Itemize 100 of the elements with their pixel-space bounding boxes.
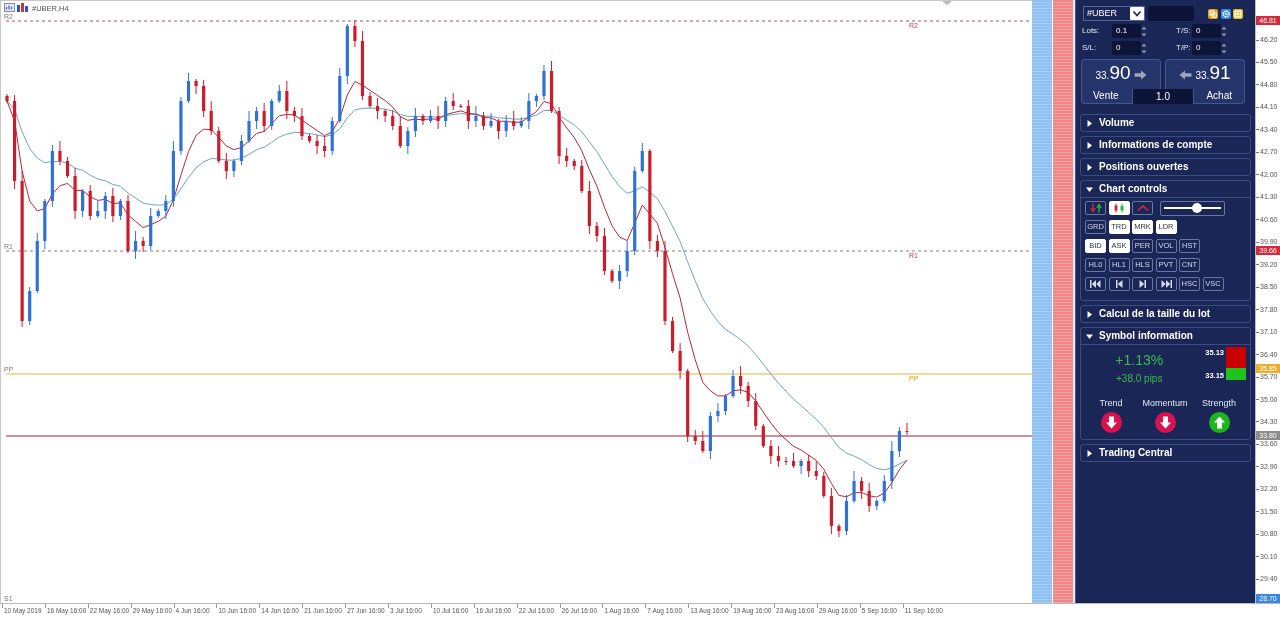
- candlestick: [610, 268, 614, 284]
- candlestick: [519, 116, 523, 129]
- slider-track[interactable]: [1163, 203, 1221, 213]
- field-label: T/S:: [1176, 25, 1192, 37]
- candlestick: [625, 240, 629, 278]
- candlestick: [421, 113, 425, 126]
- candlestick: [164, 194, 168, 220]
- section-header[interactable]: Trading Central: [1081, 445, 1250, 461]
- candlestick: [5, 93, 9, 104]
- navigation-button[interactable]: [1132, 277, 1153, 291]
- candlestick: [315, 134, 319, 155]
- toggle-button[interactable]: [1132, 201, 1153, 215]
- candlestick: [239, 134, 244, 166]
- candlestick: [602, 227, 607, 276]
- candlestick: [822, 471, 826, 499]
- buy-caption[interactable]: Achat: [1193, 89, 1245, 104]
- skip-end-icon: [1160, 280, 1172, 288]
- number-input-field[interactable]: 0: [1192, 24, 1221, 38]
- candlestick: [557, 106, 561, 165]
- candlestick: [224, 152, 228, 180]
- candlestick: [746, 381, 750, 408]
- candlestick: [875, 498, 879, 511]
- candlestick: [270, 98, 274, 131]
- section-header[interactable]: Calcul de la taille du lot: [1081, 306, 1250, 322]
- symbol-dropdown[interactable]: #UBER: [1083, 6, 1145, 21]
- section-header[interactable]: Informations de compte: [1081, 137, 1250, 153]
- candlestick: [769, 439, 773, 465]
- sell-caption[interactable]: Vente: [1081, 89, 1133, 104]
- candlestick: [678, 342, 682, 380]
- candlestick: [88, 184, 92, 221]
- symbol-input-field[interactable]: [1148, 6, 1194, 21]
- field-label: S/L:: [1082, 42, 1098, 54]
- candlestick: [133, 230, 138, 260]
- candlestick: [814, 460, 818, 481]
- candlestick: [451, 92, 455, 111]
- settings-icon[interactable]: [1220, 8, 1231, 19]
- candlestick: [28, 286, 32, 326]
- candlestick: [217, 126, 221, 164]
- candlestick: [655, 234, 659, 258]
- copy-icon[interactable]: [1208, 8, 1218, 19]
- toggle-button[interactable]: [1085, 201, 1106, 215]
- candlestick: [784, 456, 788, 466]
- candlestick: [300, 107, 304, 141]
- slider-thumb[interactable]: [1191, 203, 1202, 213]
- chevron-down-icon[interactable]: [1130, 7, 1144, 20]
- section-header[interactable]: Chart controls: [1081, 181, 1250, 197]
- candlestick: [171, 140, 175, 208]
- candlestick: [852, 470, 856, 504]
- candlestick: [882, 474, 886, 504]
- candlestick: [58, 140, 62, 166]
- number-input-field[interactable]: 0.1: [1112, 24, 1141, 38]
- candlestick: [693, 429, 697, 446]
- candlestick: [512, 110, 516, 131]
- volume-input-field[interactable]: 1.0: [1133, 89, 1193, 104]
- candlestick: [701, 430, 705, 454]
- candlestick: [307, 133, 312, 144]
- navigation-button[interactable]: [1108, 277, 1130, 291]
- candlestick: [111, 187, 115, 223]
- change-percent: +1.13%: [1114, 352, 1165, 368]
- section-header[interactable]: Positions ouvertes: [1081, 159, 1250, 175]
- grid-icon[interactable]: [1233, 8, 1243, 19]
- candlestick: [572, 158, 576, 171]
- section-header[interactable]: Symbol information: [1081, 328, 1250, 344]
- buy-button[interactable]: 33.91: [1165, 59, 1245, 89]
- candlestick: [595, 221, 599, 243]
- number-input-field[interactable]: 0: [1192, 41, 1221, 55]
- candlestick: [444, 96, 448, 128]
- sell-button[interactable]: 33.90: [1081, 59, 1161, 89]
- candlestick: [459, 103, 463, 109]
- section-header[interactable]: Volume: [1081, 115, 1250, 131]
- candlestick: [156, 208, 160, 219]
- step-back-icon: [1113, 280, 1125, 288]
- arrow-left-icon: [1179, 69, 1193, 80]
- candlestick: [202, 79, 206, 118]
- candlestick: [670, 316, 675, 354]
- chevron-up-icon: [1136, 204, 1149, 212]
- candlestick: [542, 64, 546, 101]
- number-input-field[interactable]: 0: [1112, 41, 1141, 55]
- candlestick: [35, 232, 39, 294]
- navigation-button[interactable]: [1155, 277, 1177, 291]
- ask-price: 33.91: [1195, 62, 1231, 85]
- candlestick: [504, 114, 508, 138]
- candlestick: [497, 118, 501, 140]
- candlestick: [761, 423, 765, 449]
- candlestick: [277, 84, 281, 104]
- candlestick: [799, 458, 803, 475]
- sort-arrows-icon: [1089, 203, 1102, 213]
- candlestick: [807, 454, 811, 478]
- indicator-label: Trend: [1099, 398, 1123, 409]
- change-pips: +38.0 pips: [1115, 373, 1164, 385]
- candlestick: [905, 422, 909, 436]
- candlestick: [338, 67, 342, 124]
- candlestick: [723, 393, 728, 416]
- field-label: Lots:: [1082, 25, 1101, 37]
- candlestick: [43, 198, 47, 250]
- candlestick: [368, 91, 372, 109]
- candlestick: [50, 144, 54, 208]
- candlestick: [96, 200, 100, 219]
- candlestick: [867, 482, 871, 513]
- navigation-button[interactable]: [1085, 277, 1106, 291]
